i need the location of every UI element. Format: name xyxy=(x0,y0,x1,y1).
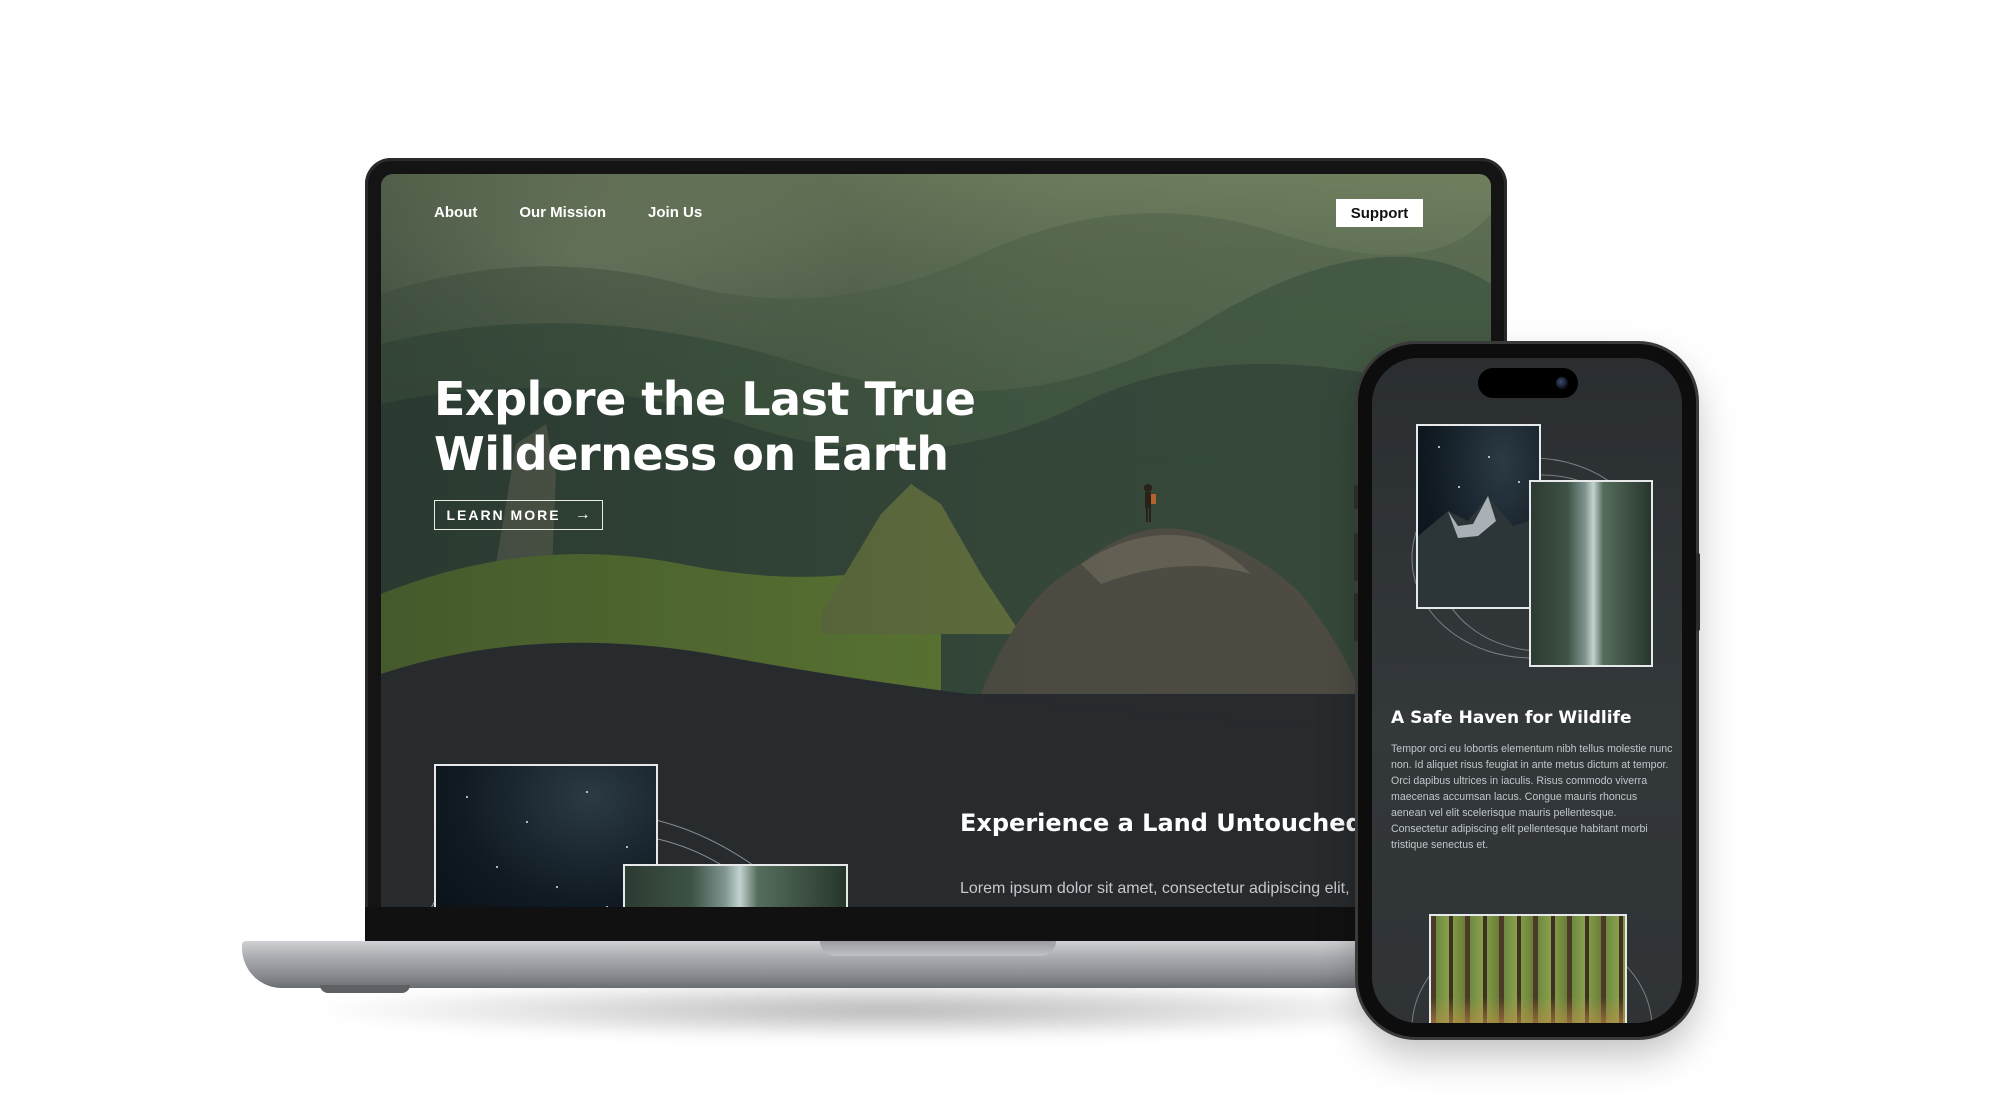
forest-trees-photo xyxy=(1429,914,1627,1023)
nav-link-about[interactable]: About xyxy=(434,204,477,221)
phone-section-title: A Safe Haven for Wildlife xyxy=(1391,708,1632,728)
phone-section-text: Tempor orci eu lobortis elementum nibh t… xyxy=(1391,743,1673,851)
waterfall-forest-photo xyxy=(1529,480,1653,667)
phone-screen: A Safe Haven for Wildlife Tempor orci eu… xyxy=(1372,358,1682,1023)
laptop-shadow xyxy=(300,980,1480,1040)
camera-icon xyxy=(1556,377,1568,389)
hero-title: Explore the Last True Wilderness on Eart… xyxy=(434,372,976,481)
dynamic-island xyxy=(1478,368,1578,398)
nav-link-join-us[interactable]: Join Us xyxy=(648,204,702,221)
phone-volume-up xyxy=(1354,533,1358,581)
support-button[interactable]: Support xyxy=(1336,199,1423,227)
laptop-bezel-bottom xyxy=(365,907,1507,941)
top-navigation: About Our Mission Join Us xyxy=(434,204,702,221)
phone-power-button xyxy=(1696,553,1700,631)
nav-link-our-mission[interactable]: Our Mission xyxy=(519,204,606,221)
phone-side-button xyxy=(1354,485,1358,509)
arrow-right-icon: → xyxy=(574,506,591,523)
forest-waterfall-photo xyxy=(623,864,848,907)
learn-more-label: LEARN MORE xyxy=(446,507,561,523)
laptop-foot-left xyxy=(320,985,410,993)
laptop-trackpad-notch xyxy=(820,941,1056,956)
phone-volume-down xyxy=(1354,593,1358,641)
learn-more-button[interactable]: LEARN MORE → xyxy=(434,500,603,530)
laptop-screen: About Our Mission Join Us Support Explor… xyxy=(381,174,1491,907)
mountain-night-photo xyxy=(1416,424,1541,609)
